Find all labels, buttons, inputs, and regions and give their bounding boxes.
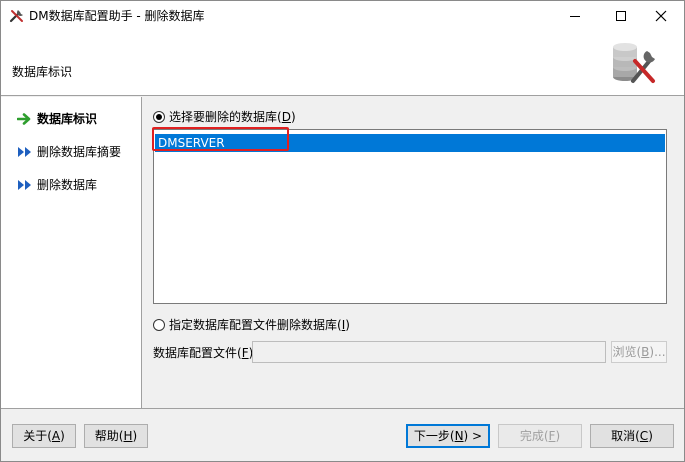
wizard-steps: 数据库标识 删除数据库摘要 删除数据库 bbox=[1, 97, 142, 408]
wizard-footer: 关于(A) 帮助(H) 下一步(N) > 完成(F) 取消(C) bbox=[1, 408, 684, 461]
title-bar: DM数据库配置助手 - 删除数据库 bbox=[1, 1, 684, 31]
wizard-header: 数据库标识 bbox=[1, 31, 684, 96]
minimize-icon bbox=[570, 15, 580, 17]
config-file-input[interactable] bbox=[252, 341, 606, 363]
radio-dot bbox=[153, 110, 165, 123]
cancel-button[interactable]: 取消(C) bbox=[590, 424, 674, 448]
nav-label: 删除数据库 bbox=[37, 178, 98, 192]
browse-button[interactable]: 浏览(B)... bbox=[611, 341, 667, 363]
wizard-window: DM数据库配置助手 - 删除数据库 数据库标识 数据库标识 删除数据库摘要 删除… bbox=[0, 0, 685, 462]
radio-dot bbox=[153, 318, 165, 331]
nav-item-delete-summary[interactable]: 删除数据库摘要 bbox=[17, 143, 121, 160]
radio-config-file[interactable]: 指定数据库配置文件删除数据库(I) bbox=[153, 316, 350, 333]
list-item[interactable]: DMSERVER bbox=[155, 134, 665, 152]
nav-label: 删除数据库摘要 bbox=[37, 145, 122, 159]
database-list[interactable]: DMSERVER bbox=[153, 129, 667, 304]
close-button[interactable] bbox=[638, 1, 684, 31]
next-button[interactable]: 下一步(N) > bbox=[406, 424, 490, 448]
nav-label: 数据库标识 bbox=[37, 112, 98, 126]
help-button[interactable]: 帮助(H) bbox=[84, 424, 148, 448]
nav-item-delete-database[interactable]: 删除数据库 bbox=[17, 176, 97, 193]
arrow-right-icon bbox=[17, 112, 31, 125]
config-file-label: 数据库配置文件(F): bbox=[153, 346, 257, 360]
radio-label: 选择要删除的数据库(D) bbox=[169, 110, 296, 124]
tools-icon bbox=[9, 10, 23, 23]
close-icon bbox=[655, 10, 667, 22]
database-tools-icon bbox=[613, 43, 655, 83]
window-title: DM数据库配置助手 - 删除数据库 bbox=[29, 9, 205, 23]
double-chevron-right-icon bbox=[18, 146, 31, 157]
page-title: 数据库标识 bbox=[12, 65, 73, 79]
main-panel: 选择要删除的数据库(D) DMSERVER 指定数据库配置文件删除数据库(I) … bbox=[143, 97, 684, 408]
radio-select-database[interactable]: 选择要删除的数据库(D) bbox=[153, 108, 296, 125]
about-button[interactable]: 关于(A) bbox=[12, 424, 76, 448]
radio-label: 指定数据库配置文件删除数据库(I) bbox=[169, 318, 350, 332]
nav-item-database-id[interactable]: 数据库标识 bbox=[17, 110, 97, 127]
double-chevron-right-icon bbox=[18, 179, 31, 190]
maximize-icon bbox=[616, 11, 626, 21]
finish-button[interactable]: 完成(F) bbox=[498, 424, 582, 448]
minimize-button[interactable] bbox=[552, 1, 598, 31]
